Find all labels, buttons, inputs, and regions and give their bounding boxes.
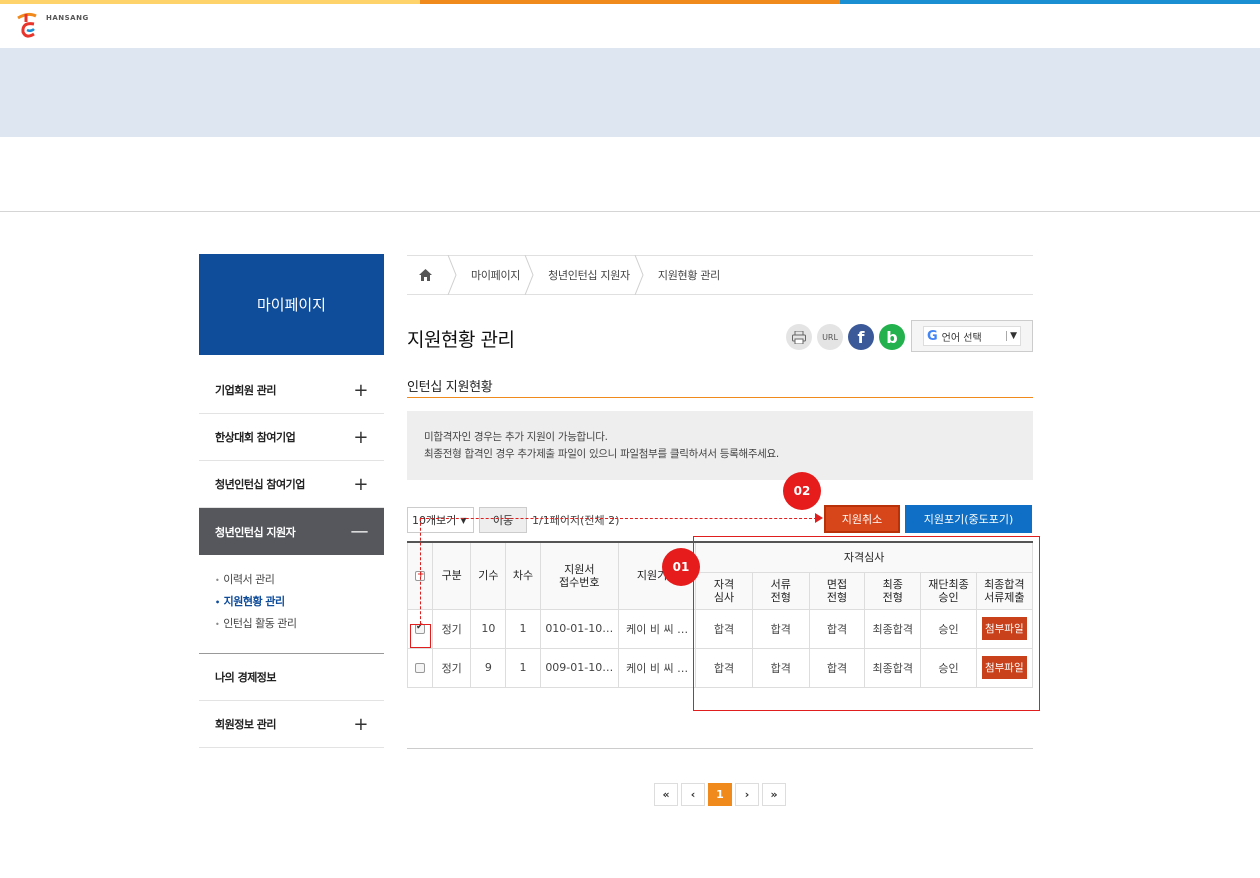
band-icon[interactable]: b [879,324,905,350]
page-title: 지원현황 관리 [407,329,515,351]
minus-icon: — [350,521,369,542]
prev-page-button[interactable]: ‹ [681,783,705,806]
page-info: 1/1페이지(전체 2) [532,514,620,527]
breadcrumb-item-current: 지원현황 관리 [657,269,720,282]
breadcrumb: 마이페이지 청년인턴십 지원자 지원현황 관리 [407,255,1033,295]
logo-mark-icon [17,12,37,38]
column-header: 자격 심사 [695,571,753,610]
column-header: 최종합격 서류제출 [975,571,1034,610]
plus-icon: + [353,713,368,735]
column-header: 면접 전형 [808,571,866,610]
row-checkbox[interactable] [415,622,426,634]
sidebar-item-label: 한상대회 참여기업 [215,431,296,444]
plus-icon: + [353,473,368,495]
table-row: 정기 9 1 009-01-10… 케이 비 씨 … 합격 합격 합격 최종합격… [406,647,1034,688]
notice-line: 최종전형 합격인 경우 추가제출 파일이 있으니 파일첨부를 클릭하셔서 등록해… [424,448,779,460]
google-icon: G [927,328,938,344]
sidebar-item-label: 기업회원 관리 [215,384,277,397]
row-checkbox[interactable] [415,663,426,673]
plus-icon: + [353,426,368,448]
column-header: 차수 [505,541,541,610]
sidebar-item-company-member[interactable]: 기업회원 관리 + [199,367,384,414]
attach-file-button[interactable]: 첨부파일 [981,617,1027,640]
sidebar-item-label: 청년인턴십 참여기업 [215,478,305,491]
section-divider [407,397,1033,398]
hansang-logo[interactable]: HANSANG [14,10,89,40]
annotation-badge: 02 [783,472,821,510]
sidebar-menu: 기업회원 관리 + 한상대회 참여기업 + 청년인턴십 참여기업 + 청년인턴십… [199,367,384,748]
top-color-bar [0,0,1260,4]
last-page-button[interactable]: » [762,783,786,806]
logo-text: HANSANG [46,14,89,22]
submenu-item-application-status[interactable]: 지원현황 관리 [215,591,384,613]
sidebar-item-internship-applicant[interactable]: 청년인턴십 지원자 — [199,508,384,555]
sidebar-submenu: 이력서 관리 지원현황 관리 인턴십 활동 관리 [199,555,384,654]
annotation-dashed-line [421,518,817,519]
column-header: 기수 [470,541,507,610]
per-page-select[interactable]: 10개보기 ▼ [407,507,474,533]
sidebar-item-hansang-convention[interactable]: 한상대회 참여기업 + [199,414,384,461]
plus-icon: + [353,379,368,401]
breadcrumb-item-mypage[interactable]: 마이페이지 [471,267,520,283]
sidebar-item-internship-company[interactable]: 청년인턴십 참여기업 + [199,461,384,508]
annotation-badge: 01 [662,548,700,586]
header-divider [0,211,1260,212]
breadcrumb-separator-icon [524,255,534,295]
column-group-header: 자격심사 [695,541,1033,573]
section-title: 인턴십 지원현황 [407,380,493,395]
home-icon[interactable] [407,269,443,281]
column-header: 지원서 접수번호 [539,541,619,610]
notice-box: 미합격자인 경우는 추가 지원이 가능합니다. 최종전형 합격인 경우 추가제출… [407,411,1033,480]
share-buttons: URL f b [786,324,905,350]
column-header: 구분 [432,541,472,610]
dropdown-arrow-icon: ▼ [460,515,467,525]
first-page-button[interactable]: « [654,783,678,806]
sidebar-item-label: 청년인턴십 지원자 [215,525,296,539]
move-button[interactable]: 이동 [479,507,527,533]
language-selector[interactable]: G 언어 선택 ▼ [911,320,1033,352]
breadcrumb-item-applicant[interactable]: 청년인턴십 지원자 [548,267,630,283]
table-row: 정기 10 1 010-01-10… 케이 비 씨 … 합격 합격 합격 최종합… [406,608,1034,649]
pagination: « ‹ 1 › » [654,783,786,806]
column-header: 서류 전형 [751,571,810,610]
sidebar-item-economic-info[interactable]: 나의 경제정보 [199,654,384,701]
next-page-button[interactable]: › [735,783,759,806]
sidebar-item-member-info[interactable]: 회원정보 관리 + [199,701,384,748]
submenu-item-internship-activity[interactable]: 인턴십 활동 관리 [215,613,384,635]
cancel-application-button[interactable]: 지원취소 [824,505,900,533]
sidebar-title: 마이페이지 [199,254,384,355]
attach-file-button[interactable]: 첨부파일 [981,656,1027,679]
column-header: 최종 전형 [864,571,922,610]
header-banner [0,48,1260,137]
give-up-button[interactable]: 지원포기(중도포기) [905,505,1032,533]
table-bottom-divider [407,748,1033,749]
dropdown-arrow-icon: ▼ [1006,331,1017,341]
application-table: 구분 기수 차수 지원서 접수번호 지원기업 자격심사 자격 심사 서류 전형 … [406,541,1034,688]
language-label: 언어 선택 [941,332,982,344]
sidebar-item-label: 나의 경제정보 [215,671,277,684]
facebook-icon[interactable]: f [848,324,874,350]
url-copy-icon[interactable]: URL [817,324,843,350]
submenu-item-resume[interactable]: 이력서 관리 [215,569,384,591]
sidebar-item-label: 회원정보 관리 [215,718,277,731]
breadcrumb-separator-icon [634,255,644,295]
current-page-button[interactable]: 1 [708,783,732,806]
breadcrumb-separator-icon [447,255,457,295]
column-header: 재단최종 승인 [920,571,977,610]
annotation-arrow-icon [815,513,823,523]
annotation-dashed-line [420,518,421,624]
print-icon[interactable] [786,324,812,350]
notice-line: 미합격자인 경우는 추가 지원이 가능합니다. [424,431,608,443]
